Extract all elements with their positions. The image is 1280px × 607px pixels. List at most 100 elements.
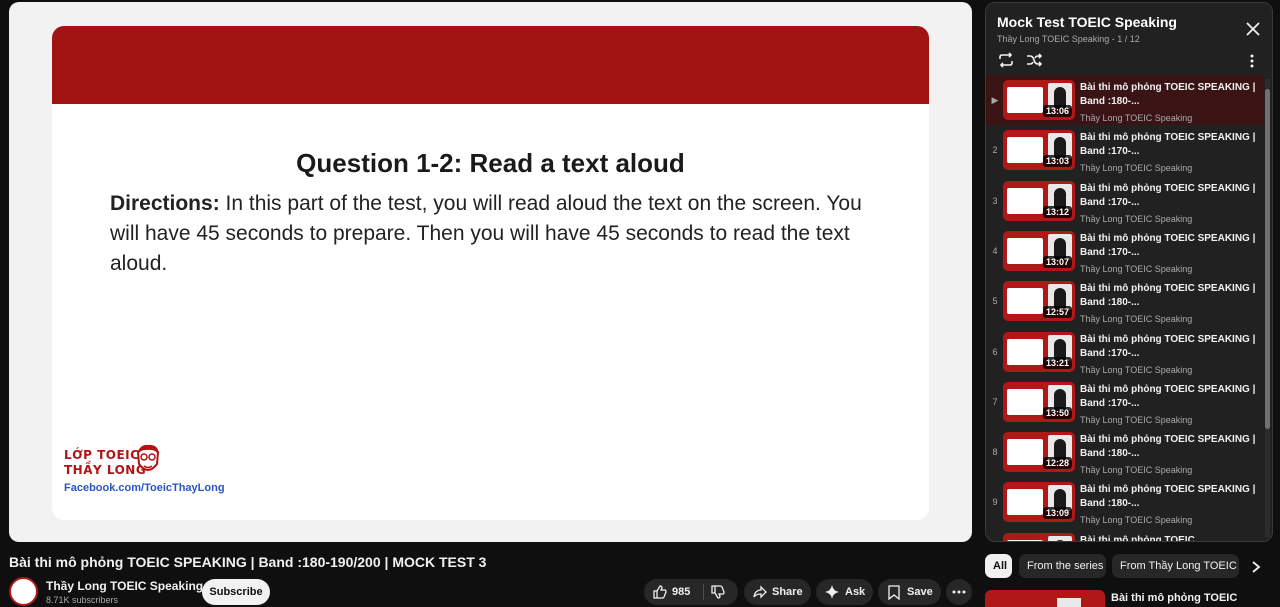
- playlist-item-index: 8: [992, 447, 998, 458]
- duration-badge: 13:07: [1042, 255, 1072, 268]
- share-label: Share: [772, 586, 803, 598]
- playlist-item[interactable]: ▶ 13:06 Bài thi mô phỏng TOEIC SPEAKING | …: [986, 75, 1264, 125]
- video-frame-slide: Question 1-2: Read a text aloud Directio…: [52, 26, 929, 520]
- playlist-item-channel: Thầy Long TOEIC Speaking: [1080, 364, 1193, 375]
- thumbnail-slide: [1007, 187, 1043, 214]
- bookmark-icon: [888, 585, 900, 600]
- playlist-item-channel: Thầy Long TOEIC Speaking: [1080, 515, 1193, 526]
- save-button[interactable]: Save: [878, 579, 941, 605]
- channel-name[interactable]: Thầy Long TOEIC Speaking: [46, 579, 203, 593]
- playlist-item[interactable]: 8 12:28 Bài thi mô phỏng TOEIC SPEAKING | …: [986, 427, 1264, 477]
- playlist-item[interactable]: 5 12:57 Bài thi mô phỏng TOEIC SPEAKING | …: [986, 276, 1264, 326]
- directions-label: Directions:: [110, 192, 220, 215]
- playlist-item-index: 9: [992, 497, 998, 508]
- playlist-item-channel: Thầy Long TOEIC Speaking: [1080, 465, 1193, 476]
- thumbnail-slide: [1007, 87, 1043, 113]
- ask-button[interactable]: Ask: [816, 579, 873, 605]
- duration-badge: 13:09: [1042, 507, 1072, 520]
- playlist-item-channel: Thầy Long TOEIC Speaking: [1080, 163, 1193, 174]
- playlist-item-title: Bài thi mô phỏng TOEIC SPEAKING | Band :…: [1080, 383, 1256, 409]
- playlist-item-index: 2: [992, 145, 998, 156]
- playlist-item-channel: Thầy Long TOEIC Speaking: [1080, 113, 1193, 123]
- video-player[interactable]: Question 1-2: Read a text aloud Directio…: [9, 2, 972, 542]
- recommended-thumbnail[interactable]: [985, 590, 1105, 607]
- playlist-item-title: Bài thi mô phỏng TOEIC SPEAKING | Band :…: [1080, 182, 1256, 208]
- like-divider: [703, 584, 704, 600]
- playlist-item-title: Bài thi mô phỏng TOEIC SPEAKING | Band :…: [1080, 82, 1256, 107]
- duration-badge: 13:50: [1042, 406, 1072, 419]
- close-icon[interactable]: [1244, 20, 1262, 38]
- thumbnail-slide: [1007, 489, 1043, 516]
- playlist-item[interactable]: 9 13:09 Bài thi mô phỏng TOEIC SPEAKING | …: [986, 477, 1264, 527]
- playlist-item-title: Bài thi mô phỏng TOEIC SPEAKING | Band :…: [1080, 232, 1256, 258]
- logo-line-1: LỚP TOEIC: [64, 448, 140, 462]
- playlist-item-thumbnail[interactable]: 13:50: [1003, 381, 1075, 422]
- playlist-item-title: Bài thi mô phỏng TOEIC SPEAKING | Band :…: [1080, 484, 1256, 510]
- playlist-item-thumbnail[interactable]: 13:07: [1003, 230, 1075, 271]
- thumbnail-person: [1048, 535, 1072, 541]
- thumbs-up-icon[interactable]: [652, 584, 668, 600]
- chip-from-series[interactable]: From the series: [1019, 554, 1106, 578]
- playlist-item[interactable]: 3 13:12 Bài thi mô phỏng TOEIC SPEAKING | …: [986, 176, 1264, 226]
- chip-all[interactable]: All: [985, 554, 1012, 578]
- subscribe-button[interactable]: Subscribe: [202, 579, 270, 605]
- playlist-header: Mock Test TOEIC Speaking Thầy Long TOEIC…: [986, 3, 1272, 73]
- more-options-icon[interactable]: [1248, 53, 1256, 69]
- ask-label: Ask: [845, 586, 866, 598]
- subscriber-count: 8.71K subscribers: [46, 595, 119, 605]
- playlist-item-title: Bài thi mô phỏng TOEIC SPEAKING | Band :…: [1080, 132, 1256, 158]
- like-dislike-group: 985: [644, 579, 738, 605]
- playlist-item[interactable]: 10Bài thi mô phỏng TOEIC: [986, 528, 1264, 541]
- thumbnail-slide: [1007, 338, 1043, 365]
- playlist-item-index: 6: [992, 346, 998, 357]
- share-button[interactable]: Share: [744, 579, 811, 605]
- playlist-item[interactable]: 4 13:07 Bài thi mô phỏng TOEIC SPEAKING | …: [986, 226, 1264, 276]
- duration-badge: 13:03: [1042, 155, 1072, 168]
- playlist-item-channel: Thầy Long TOEIC Speaking: [1080, 414, 1193, 425]
- playlist-item-thumbnail[interactable]: 13:21: [1003, 331, 1075, 372]
- playlist-item-channel: Thầy Long TOEIC Speaking: [1080, 213, 1193, 224]
- slide-directions: Directions: In this part of the test, yo…: [110, 189, 890, 279]
- thumbnail-slide: [1007, 388, 1043, 415]
- duration-badge: 12:57: [1042, 306, 1072, 319]
- playlist-items: ▶ 13:06 Bài thi mô phỏng TOEIC SPEAKING | …: [986, 75, 1264, 541]
- playlist-item-thumbnail[interactable]: 13:09: [1003, 482, 1075, 523]
- playlist-title[interactable]: Mock Test TOEIC Speaking: [997, 14, 1177, 30]
- playlist-scroll-thumb[interactable]: [1265, 89, 1270, 429]
- playlist-item[interactable]: 7 13:50 Bài thi mô phỏng TOEIC SPEAKING | …: [986, 377, 1264, 427]
- slide-question-title: Question 1-2: Read a text aloud: [296, 148, 685, 178]
- thumbnail-slide: [1007, 288, 1043, 315]
- playlist-panel: Mock Test TOEIC Speaking Thầy Long TOEIC…: [985, 2, 1273, 542]
- playlist-item-thumbnail[interactable]: 12:28: [1003, 432, 1075, 473]
- chip-from-channel[interactable]: From Thầy Long TOEIC Sp: [1112, 554, 1239, 578]
- playlist-item[interactable]: 2 13:03 Bài thi mô phỏng TOEIC SPEAKING | …: [986, 125, 1264, 175]
- playlist-item-index: ▶: [991, 95, 999, 105]
- thumbs-down-icon[interactable]: [710, 584, 726, 600]
- thumbnail-slide: [1007, 237, 1043, 264]
- logo-facebook-link: Facebook.com/ToeicThayLong: [64, 482, 225, 494]
- channel-avatar[interactable]: [9, 577, 38, 606]
- share-icon: [753, 585, 767, 599]
- like-count[interactable]: 985: [672, 579, 690, 605]
- playlist-item-thumbnail[interactable]: 13:06: [1003, 80, 1075, 120]
- chevron-right-icon[interactable]: [1250, 560, 1262, 574]
- playlist-item-thumbnail[interactable]: 13:03: [1003, 130, 1075, 171]
- playlist-item-thumbnail[interactable]: [1003, 532, 1075, 541]
- save-label: Save: [907, 586, 933, 598]
- more-actions-button[interactable]: [946, 579, 972, 605]
- playlist-subtitle: Thầy Long TOEIC Speaking - 1 / 12: [997, 34, 1140, 44]
- playlist-item-title: Bài thi mô phỏng TOEIC SPEAKING | Band :…: [1080, 283, 1256, 309]
- sparkle-icon: [825, 585, 839, 599]
- recommended-title[interactable]: Bài thi mô phỏng TOEIC: [1111, 592, 1237, 604]
- playlist-item-index: 3: [992, 195, 998, 206]
- loop-icon[interactable]: [997, 51, 1015, 69]
- playlist-item-thumbnail[interactable]: 13:12: [1003, 180, 1075, 221]
- duration-badge: 13:12: [1042, 205, 1072, 218]
- directions-text: In this part of the test, you will read …: [110, 192, 862, 275]
- playlist-item-index: 4: [992, 245, 998, 256]
- playlist-item-thumbnail[interactable]: 12:57: [1003, 281, 1075, 322]
- teacher-face-icon: [136, 444, 160, 471]
- shuffle-icon[interactable]: [1025, 51, 1043, 69]
- thumbnail-slide: [1007, 539, 1043, 541]
- playlist-item[interactable]: 6 13:21 Bài thi mô phỏng TOEIC SPEAKING | …: [986, 327, 1264, 377]
